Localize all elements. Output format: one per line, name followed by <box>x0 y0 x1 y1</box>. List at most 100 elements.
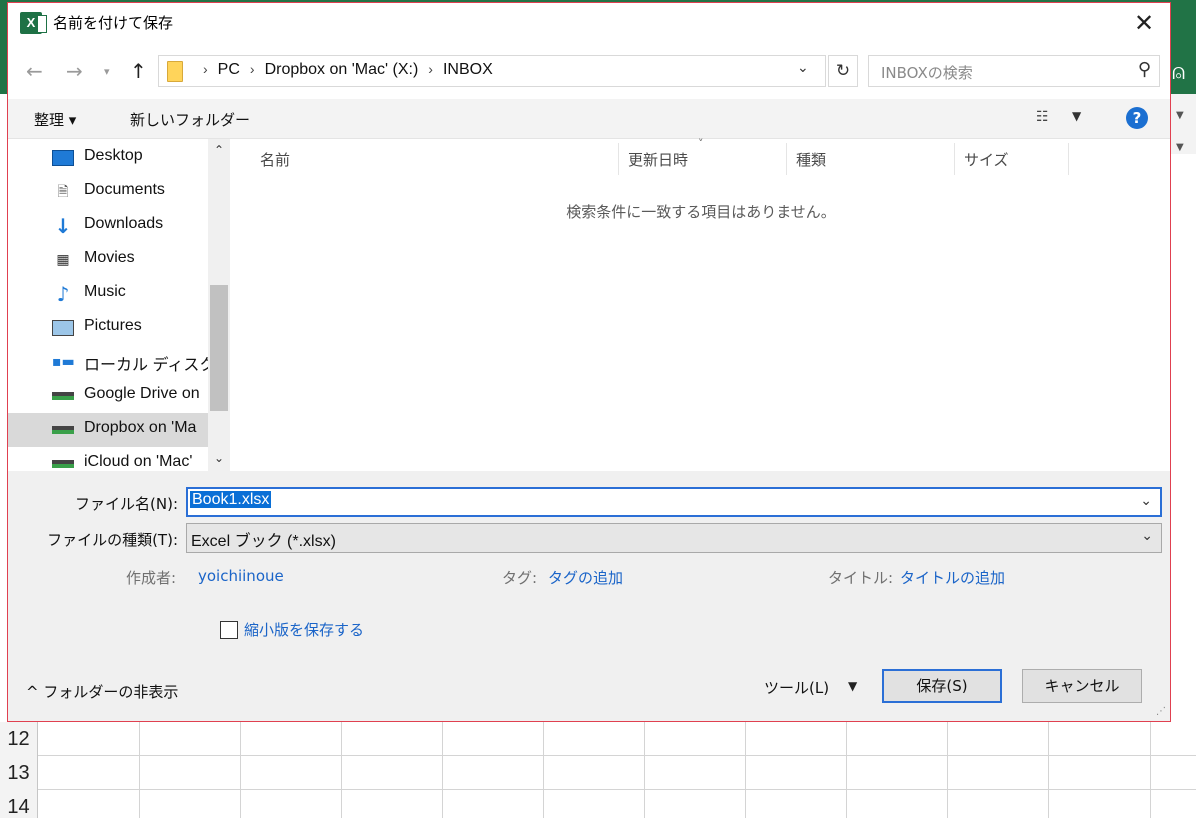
formula-expand-icon[interactable]: ▼ <box>1176 142 1184 153</box>
nav-item-label: iCloud on 'Mac' <box>84 453 193 470</box>
nav-item-music[interactable]: ♪ Music <box>8 277 208 311</box>
filetype-label: ファイルの種類(T): <box>47 531 178 549</box>
filename-label: ファイル名(N): <box>75 495 178 513</box>
nav-item-documents[interactable]: 🗎 Documents <box>8 175 208 209</box>
recent-locations-icon[interactable]: ▾ <box>104 65 110 78</box>
column-header-name[interactable]: 名前 <box>260 149 290 170</box>
filename-field[interactable]: Book1.xlsx ⌄ <box>186 487 1162 517</box>
navigation-pane: Desktop 🗎 Documents ↓ Downloads ▦ Movies… <box>8 139 232 471</box>
column-header-size[interactable]: サイズ <box>964 149 1009 170</box>
column-header-modified[interactable]: 更新日時 <box>628 149 688 170</box>
desktop-icon <box>52 150 74 166</box>
sheet-column-line <box>240 722 241 818</box>
doc-title-input[interactable]: タイトルの追加 <box>900 567 1005 588</box>
chevron-right-icon[interactable]: › <box>250 61 255 77</box>
nav-item-label: Dropbox on 'Ma <box>84 419 197 436</box>
column-divider[interactable] <box>954 143 955 175</box>
new-folder-button[interactable]: 新しいフォルダー <box>130 109 250 130</box>
tags-label: タグ: <box>502 569 538 587</box>
nav-item-desktop[interactable]: Desktop <box>8 141 208 175</box>
breadcrumb-dropbox[interactable]: Dropbox on 'Mac' (X:) <box>265 61 419 78</box>
column-header-type[interactable]: 種類 <box>796 149 826 170</box>
filetype-select[interactable]: Excel ブック (*.xlsx) ⌄ <box>186 523 1162 553</box>
nav-item-movies[interactable]: ▦ Movies <box>8 243 208 277</box>
column-divider[interactable] <box>618 143 619 175</box>
nav-item-dropbox[interactable]: Dropbox on 'Ma <box>8 413 208 447</box>
sheet-column-line <box>846 722 847 818</box>
scrollbar-thumb[interactable] <box>210 285 228 411</box>
nav-item-label: Desktop <box>84 147 143 164</box>
save-thumbnail-checkbox[interactable] <box>220 621 238 639</box>
forward-arrow-icon[interactable]: → <box>66 59 83 83</box>
tools-dropdown-icon[interactable]: ▼ <box>848 679 857 693</box>
downloads-icon: ↓ <box>54 214 72 238</box>
help-icon[interactable]: ? <box>1126 107 1148 129</box>
breadcrumb-pc[interactable]: PC <box>218 61 240 78</box>
tools-menu-button[interactable]: ツール(L) <box>764 677 829 698</box>
sheet-row: 13 <box>0 756 1196 790</box>
column-divider[interactable] <box>1068 143 1069 175</box>
music-icon: ♪ <box>56 282 70 306</box>
sheet-column-line <box>644 722 645 818</box>
filetype-value: Excel ブック (*.xlsx) <box>191 533 336 550</box>
refresh-button[interactable]: ↻ <box>828 55 858 87</box>
view-dropdown-icon[interactable]: ▼ <box>1072 109 1081 123</box>
up-arrow-icon[interactable]: ↑ <box>130 59 147 83</box>
filename-value[interactable]: Book1.xlsx <box>190 491 272 508</box>
movies-icon: ▦ <box>56 252 70 268</box>
pictures-icon <box>52 320 74 336</box>
sort-indicator-icon: ˅ <box>698 137 704 150</box>
filename-dropdown-icon[interactable]: ⌄ <box>1140 493 1152 509</box>
nav-item-google-drive[interactable]: Google Drive on <box>8 379 208 413</box>
share-user-icon[interactable]: ⍝ <box>1172 60 1185 85</box>
view-options-icon[interactable]: ☷ <box>1036 109 1049 125</box>
tags-input[interactable]: タグの追加 <box>548 567 623 588</box>
nav-item-label: Music <box>84 283 126 300</box>
network-drive-icon <box>52 460 74 468</box>
chevron-right-icon[interactable]: › <box>428 61 433 77</box>
row-header[interactable]: 12 <box>0 722 38 756</box>
filetype-dropdown-icon[interactable]: ⌄ <box>1141 528 1153 544</box>
save-as-dialog: X 名前を付けて保存 ✕ ← → ▾ ↑ › PC › Dropbox on 'Mac… <box>7 2 1171 722</box>
dialog-title: 名前を付けて保存 <box>53 14 174 32</box>
save-thumbnail-label[interactable]: 縮小版を保存する <box>244 619 364 640</box>
resize-grip-icon[interactable]: ⋰ <box>1156 706 1166 717</box>
local-disk-icon: ▪▬ <box>52 354 75 370</box>
sheet-column-line <box>947 722 948 818</box>
save-button[interactable]: 保存(S) <box>882 669 1002 703</box>
nav-item-label: Pictures <box>84 317 142 334</box>
nav-item-local-disk[interactable]: ▪▬ ローカル ディスク (C <box>8 345 208 379</box>
dialog-titlebar[interactable]: X 名前を付けて保存 ✕ <box>8 3 1170 43</box>
sheet-column-line <box>543 722 544 818</box>
file-list-pane: 名前 更新日時 ˅ 種類 サイズ 検索条件に一致する項目はありません。 <box>232 137 1170 471</box>
address-dropdown-icon[interactable]: ⌄ <box>797 60 809 76</box>
sheet-row: 12 <box>0 722 1196 756</box>
scroll-down-icon[interactable]: ⌄ <box>214 451 224 465</box>
nav-item-label: Google Drive on <box>84 385 200 402</box>
column-divider[interactable] <box>786 143 787 175</box>
search-box[interactable]: INBOXの検索 ⚲ <box>868 55 1160 87</box>
nav-item-downloads[interactable]: ↓ Downloads <box>8 209 208 243</box>
scroll-up-icon[interactable]: ⌃ <box>214 143 224 157</box>
nav-item-icloud[interactable]: iCloud on 'Mac' <box>8 447 208 471</box>
row-header[interactable]: 13 <box>0 756 38 790</box>
ribbon-collapse-icon[interactable]: ▼ <box>1176 110 1184 121</box>
navigation-bar: ← → ▾ ↑ › PC › Dropbox on 'Mac' (X:) › INBOX … <box>8 43 1170 99</box>
excel-sheet-grid: 12 13 14 <box>0 722 1196 818</box>
nav-item-label: Documents <box>84 181 165 198</box>
empty-results-message: 検索条件に一致する項目はありません。 <box>566 203 836 221</box>
row-header[interactable]: 14 <box>0 790 38 818</box>
cancel-button[interactable]: キャンセル <box>1022 669 1142 703</box>
close-button[interactable]: ✕ <box>1130 9 1158 37</box>
search-icon[interactable]: ⚲ <box>1138 59 1151 80</box>
nav-item-pictures[interactable]: Pictures <box>8 311 208 345</box>
address-bar[interactable]: › PC › Dropbox on 'Mac' (X:) › INBOX ⌄ <box>158 55 826 87</box>
breadcrumb-inbox[interactable]: INBOX <box>443 61 493 78</box>
nav-item-label: Movies <box>84 249 135 266</box>
nav-scrollbar[interactable]: ⌃ ⌄ <box>208 139 230 471</box>
documents-icon: 🗎 <box>57 184 69 200</box>
back-arrow-icon[interactable]: ← <box>26 59 43 83</box>
author-value[interactable]: yoichiinoue <box>198 567 284 585</box>
organize-menu-button[interactable]: 整理 ▾ <box>34 109 76 130</box>
hide-folders-button[interactable]: ^ フォルダーの非表示 <box>26 681 178 702</box>
